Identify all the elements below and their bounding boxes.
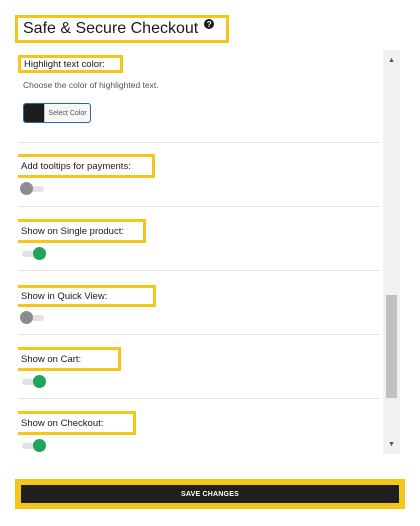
scroll-up-arrow-icon[interactable]: ▲ [383,53,400,67]
divider [18,270,380,271]
highlight-text-color-description: Choose the color of highlighted text. [23,80,159,90]
toggle-knob [20,182,33,195]
show-on-single-product-label: Show on Single product: [21,225,124,237]
show-on-checkout-label: Show on Checkout: [21,417,104,429]
save-changes-button[interactable]: SAVE CHANGES [21,485,399,503]
show-in-quick-view-label-box: Show in Quick View: [18,285,156,307]
tooltips-for-payments-label-box: Add tooltips for payments: [18,154,155,178]
scroll-down-arrow-icon[interactable]: ▼ [383,437,400,451]
select-color-label: Select Color [44,104,90,122]
panel-title: Safe & Secure Checkout [23,20,199,37]
show-on-single-product-toggle[interactable] [22,247,46,261]
show-on-cart-label: Show on Cart: [21,353,82,365]
tooltips-for-payments-label: Add tooltips for payments: [21,160,131,172]
settings-scroll-area[interactable]: Highlight text color: Choose the color o… [18,50,382,454]
toggle-knob [33,375,46,388]
divider [18,398,380,399]
show-on-cart-label-box: Show on Cart: [18,347,121,371]
select-color-button[interactable]: Select Color [23,103,91,123]
show-on-single-product-label-box: Show on Single product: [18,219,146,243]
toggle-knob [33,247,46,260]
question-circle-icon[interactable]: ? [204,19,215,29]
show-in-quick-view-label: Show in Quick View: [21,290,108,302]
highlight-text-color-label-box: Highlight text color: [18,55,123,73]
show-on-cart-toggle[interactable] [22,375,46,389]
highlight-text-color-label: Highlight text color: [24,58,105,70]
show-in-quick-view-toggle[interactable] [20,311,44,325]
vertical-scrollbar[interactable]: ▲ ▼ [383,50,400,454]
divider [18,142,380,143]
scrollbar-thumb[interactable] [386,295,397,398]
divider [18,334,380,335]
save-changes-highlight: SAVE CHANGES [15,479,405,509]
divider [18,206,380,207]
show-on-checkout-toggle[interactable] [22,439,46,453]
color-swatch[interactable] [24,104,44,122]
tooltips-for-payments-toggle[interactable] [20,182,44,196]
show-on-checkout-label-box: Show on Checkout: [18,411,136,435]
toggle-knob [20,311,33,324]
panel-title-box: Safe & Secure Checkout ? [15,15,229,43]
toggle-knob [33,439,46,452]
